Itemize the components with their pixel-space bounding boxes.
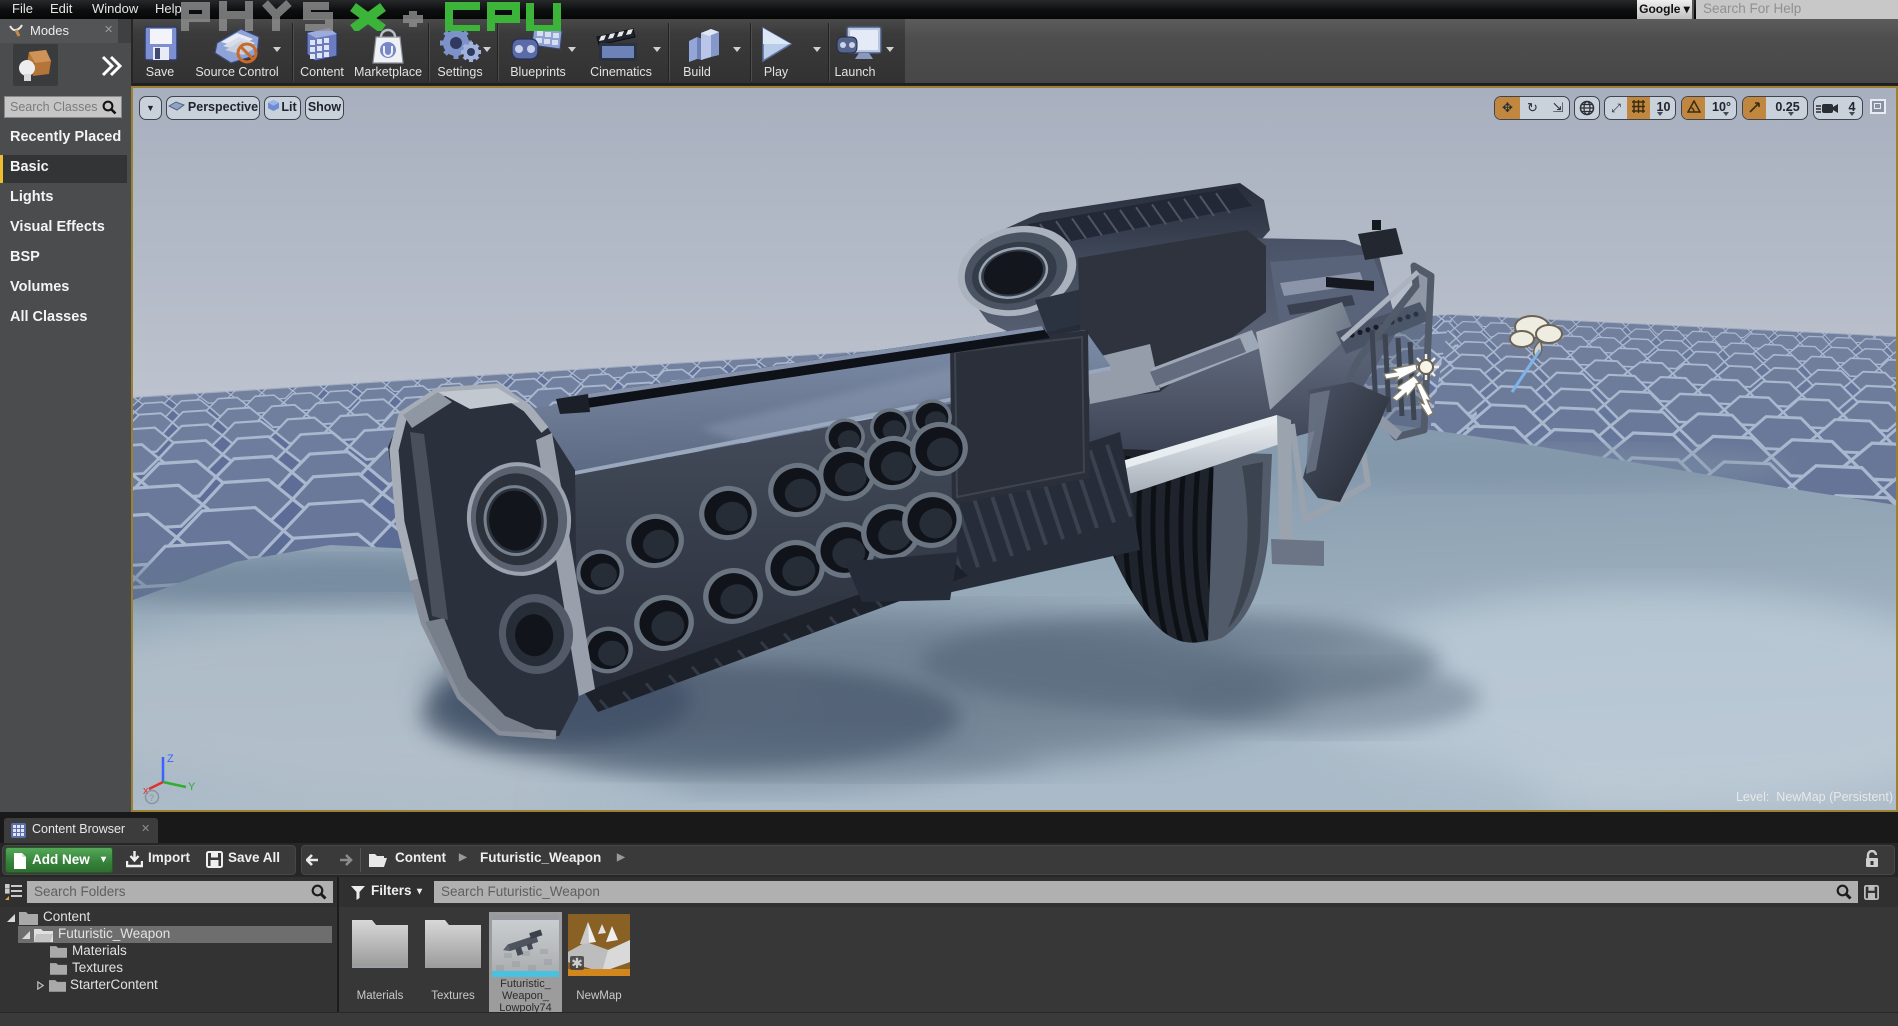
- svg-text:Y: Y: [188, 781, 196, 793]
- svg-text:✱: ✱: [571, 955, 583, 971]
- svg-text:Level: NewMap (Persistent): Level: NewMap (Persistent): [1736, 790, 1893, 804]
- svg-text:?: ?: [149, 793, 154, 803]
- svg-text:Z: Z: [167, 753, 174, 765]
